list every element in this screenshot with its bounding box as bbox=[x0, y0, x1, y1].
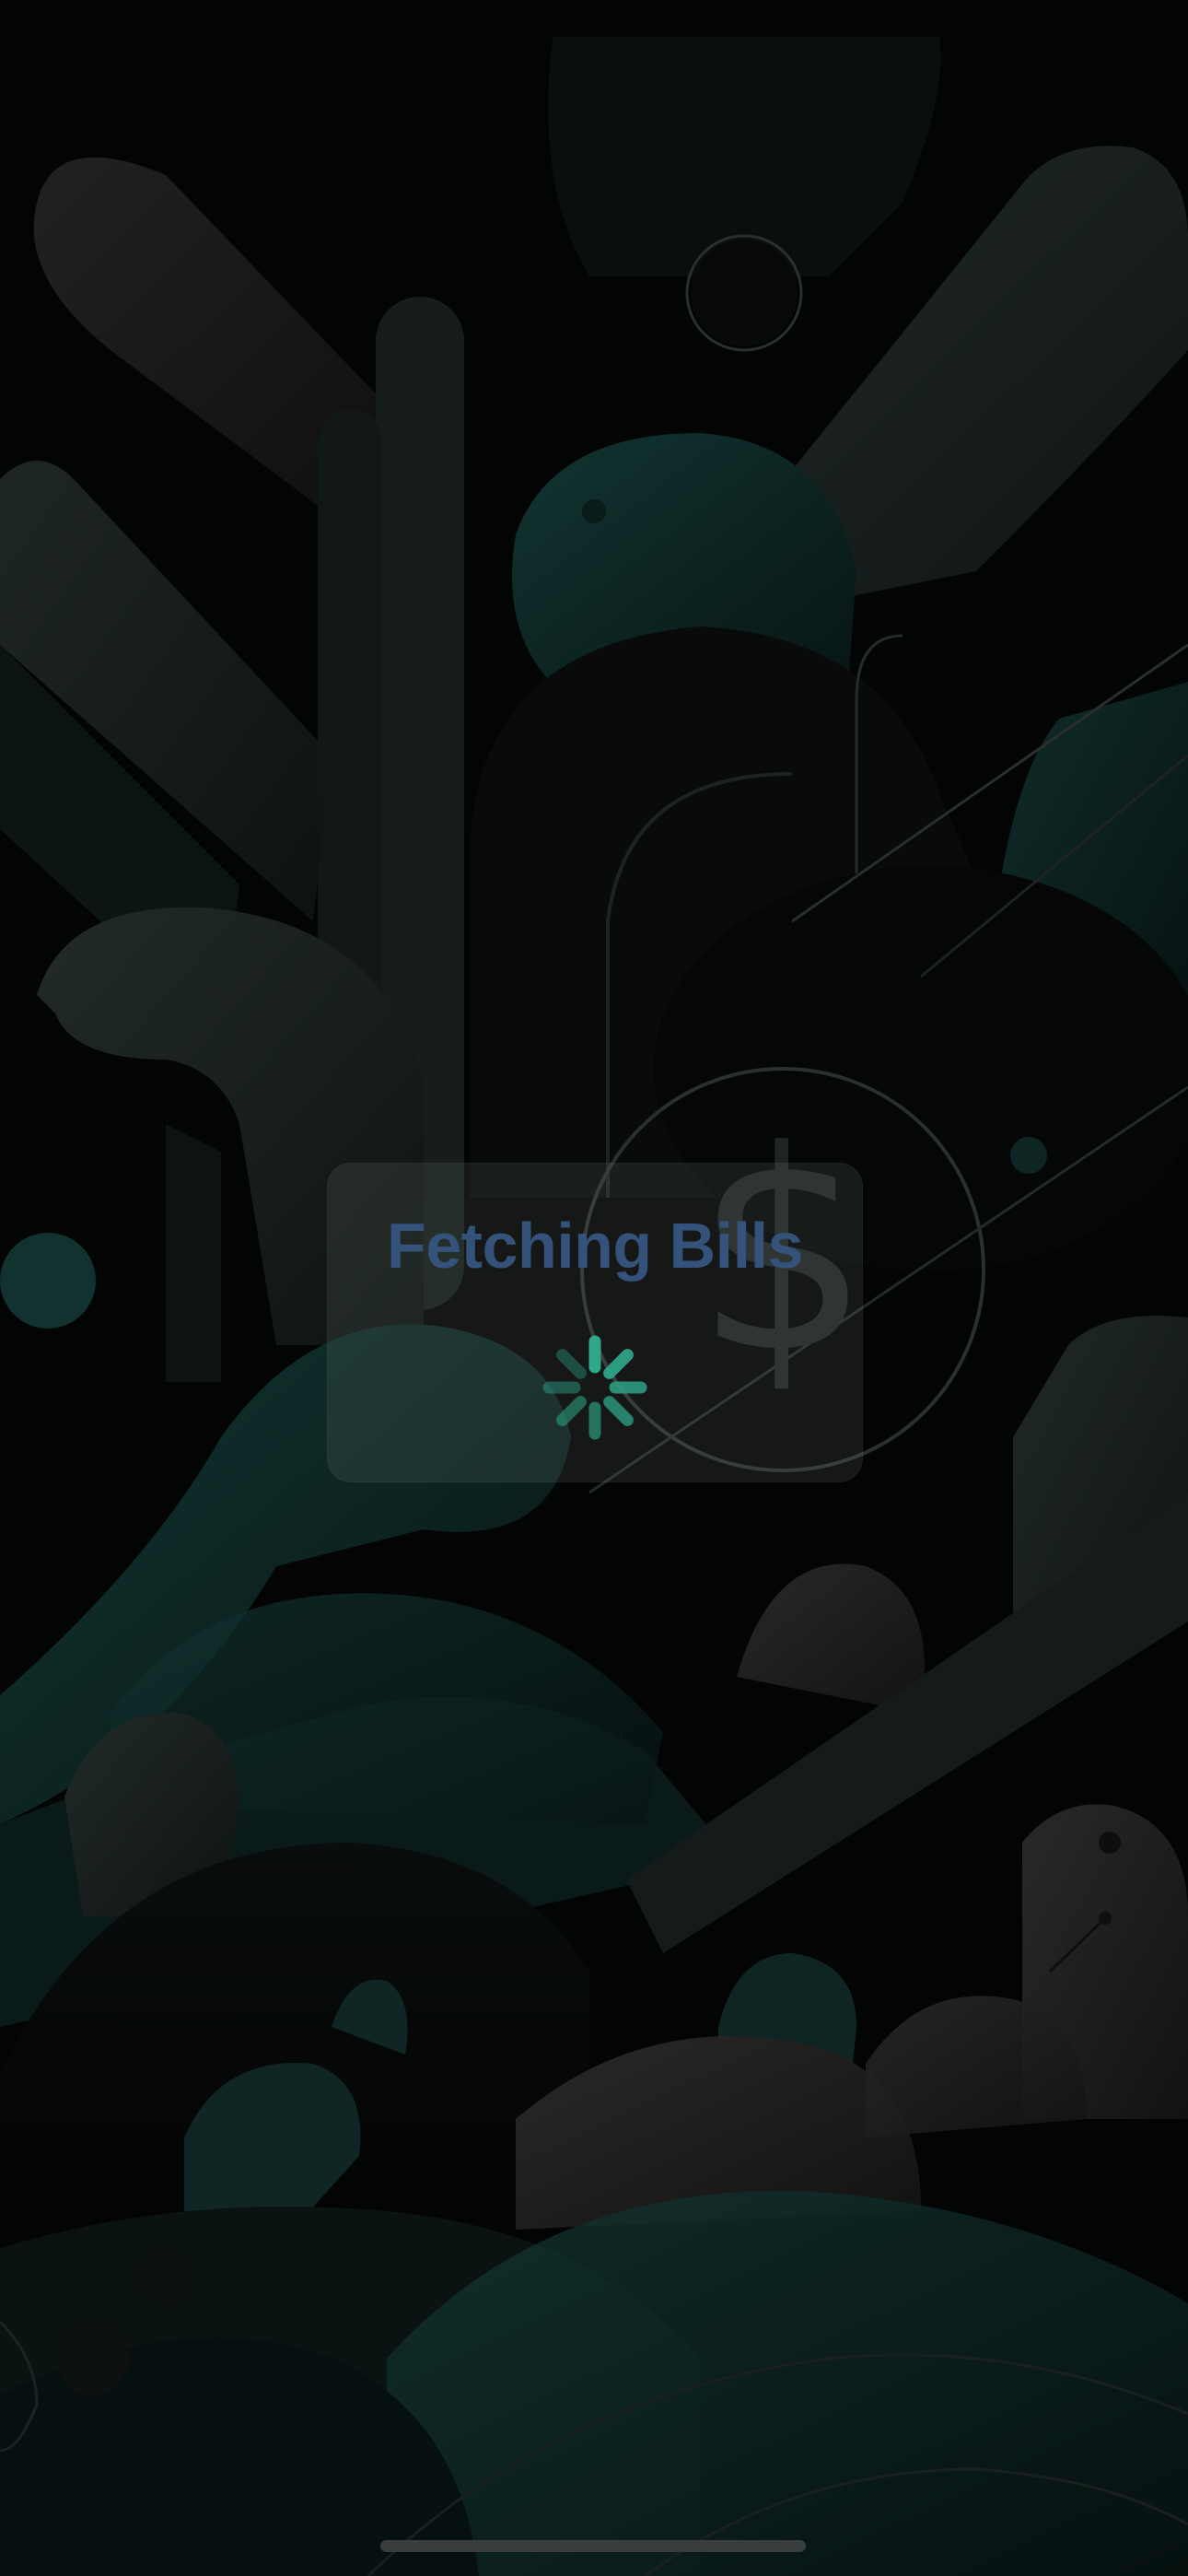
loading-overlay: Fetching Bills bbox=[327, 1163, 863, 1482]
spinner-spoke bbox=[556, 1349, 587, 1379]
loading-title: Fetching Bills bbox=[387, 1210, 803, 1282]
spinner-spoke bbox=[556, 1396, 587, 1426]
loading-spinner-icon bbox=[542, 1335, 647, 1440]
home-indicator[interactable] bbox=[380, 2540, 806, 2552]
spinner-spoke bbox=[603, 1349, 634, 1379]
spinner-spoke bbox=[603, 1396, 634, 1426]
